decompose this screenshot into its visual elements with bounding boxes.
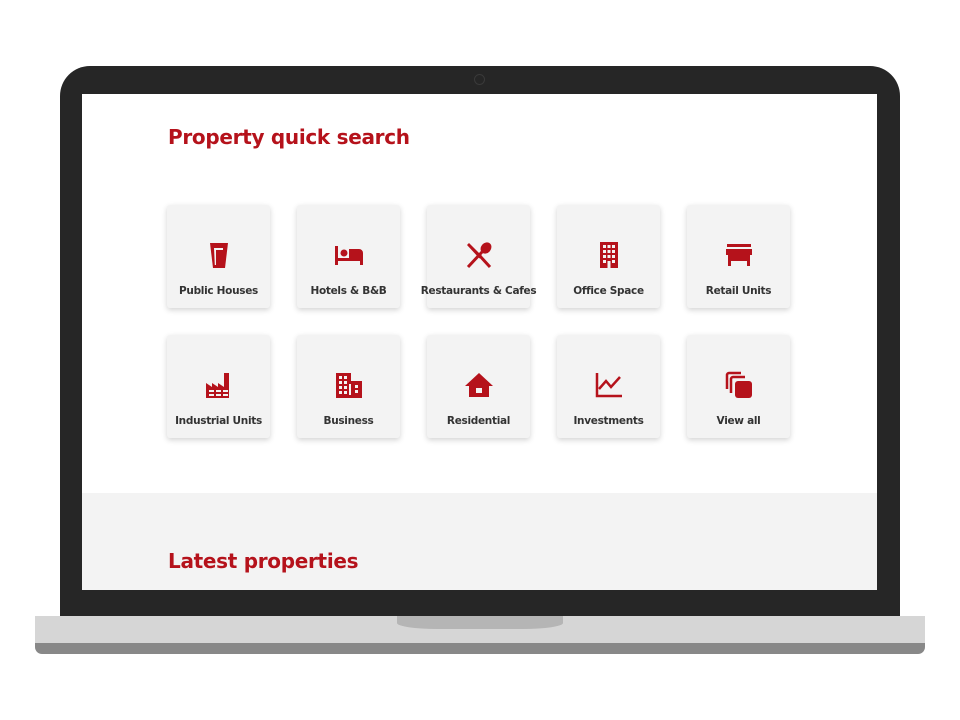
category-card-office[interactable]: Office Space	[557, 205, 660, 308]
cutlery-icon	[463, 239, 495, 271]
laptop-screen: Property quick search Public Houses Hote…	[82, 94, 877, 590]
category-label: Office Space	[573, 285, 644, 297]
category-grid: Public Houses Hotels & B&B Restaurants &…	[167, 205, 790, 438]
category-card-residential[interactable]: Residential	[427, 335, 530, 438]
pint-glass-icon	[203, 239, 235, 271]
line-chart-icon	[593, 369, 625, 401]
category-card-restaurants[interactable]: Restaurants & Cafes	[421, 205, 537, 308]
category-card-view-all[interactable]: View all	[687, 335, 790, 438]
category-label: Hotels & B&B	[310, 285, 387, 297]
business-building-icon	[333, 369, 365, 401]
factory-icon	[203, 369, 235, 401]
storefront-icon	[723, 239, 755, 271]
house-icon	[463, 369, 495, 401]
stacked-squares-icon	[723, 369, 755, 401]
category-label: Business	[323, 415, 374, 427]
category-card-investments[interactable]: Investments	[557, 335, 660, 438]
category-label: Investments	[573, 415, 644, 427]
category-card-hotels[interactable]: Hotels & B&B	[297, 205, 400, 308]
category-label: Residential	[446, 415, 511, 427]
category-label: Industrial Units	[175, 415, 262, 427]
laptop-base-edge	[35, 643, 925, 654]
section-title-latest: Latest properties	[168, 549, 359, 573]
category-label: Restaurants & Cafes	[420, 285, 537, 297]
latest-properties-section: Latest properties	[82, 493, 877, 590]
category-card-retail[interactable]: Retail Units	[687, 205, 790, 308]
category-label: Retail Units	[705, 285, 772, 297]
section-title-quick-search: Property quick search	[168, 125, 410, 149]
category-card-business[interactable]: Business	[297, 335, 400, 438]
laptop-opening-notch	[397, 616, 563, 629]
category-card-industrial[interactable]: Industrial Units	[167, 335, 270, 438]
category-label: View all	[716, 415, 761, 427]
webcam	[474, 74, 485, 85]
office-building-icon	[593, 239, 625, 271]
bed-icon	[333, 239, 365, 271]
category-card-public-houses[interactable]: Public Houses	[167, 205, 270, 308]
category-label: Public Houses	[179, 285, 258, 297]
